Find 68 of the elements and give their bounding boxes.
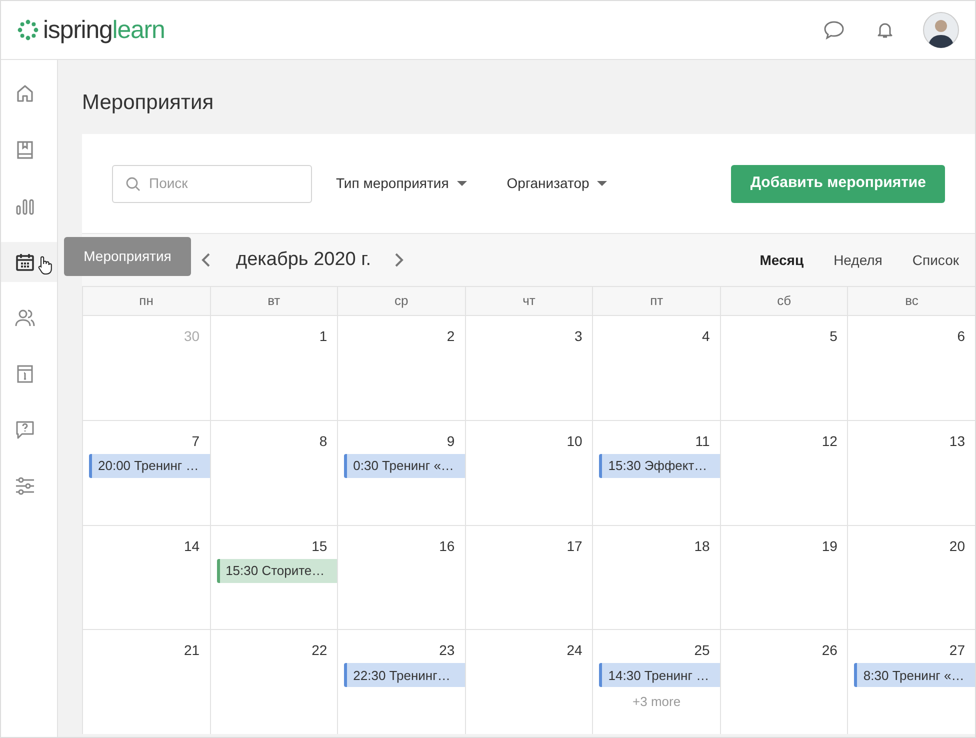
day-number: 20 xyxy=(949,538,965,552)
view-tab[interactable]: Неделя xyxy=(834,250,882,270)
sidebar-item[interactable] xyxy=(1,242,57,282)
event-chip[interactable]: 15:30 Эффект… xyxy=(599,454,720,478)
hand-cursor-icon xyxy=(37,255,53,275)
day-number: 30 xyxy=(184,329,200,343)
day-number: 2 xyxy=(446,329,455,343)
page-title: Мероприятия xyxy=(82,92,215,113)
settings-icon xyxy=(14,475,36,497)
day-number: 1 xyxy=(319,329,328,343)
day-number: 22 xyxy=(312,643,328,658)
logo-product-text: learn xyxy=(112,18,165,42)
day-number: 9 xyxy=(446,434,455,448)
question-icon xyxy=(14,419,36,441)
weekday-header: вт xyxy=(210,286,338,315)
weekday-header: вс xyxy=(847,286,975,315)
weekday-header: чт xyxy=(464,286,592,315)
weekday-header: пн xyxy=(82,286,210,315)
day-number: 13 xyxy=(949,434,965,448)
weekday-header: сб xyxy=(720,286,848,315)
search-field[interactable]: Поиск xyxy=(112,164,312,202)
logo-brand-text: ispring xyxy=(43,18,112,42)
month-title: декабрь 2020 г. xyxy=(236,248,372,272)
logo-icon xyxy=(17,19,39,41)
chat-icon[interactable] xyxy=(823,19,845,41)
event-chip[interactable]: 22:30 Тренинг… xyxy=(344,663,465,688)
search-icon xyxy=(125,176,141,192)
caret-icon[interactable] xyxy=(456,180,467,186)
event-chip[interactable]: 8:30 Тренинг «… xyxy=(854,663,975,688)
event-chip[interactable]: 15:30 Сторите… xyxy=(216,558,338,582)
day-number: 3 xyxy=(574,329,582,343)
day-number: 15 xyxy=(312,538,328,552)
day-number: 8 xyxy=(319,434,328,448)
day-number: 25 xyxy=(694,643,710,658)
day-number: 12 xyxy=(822,434,838,448)
filter-dropdown[interactable]: Тип мероприятия xyxy=(336,173,449,194)
day-number: 26 xyxy=(822,643,838,658)
day-number: 23 xyxy=(439,643,455,658)
home-icon xyxy=(14,83,36,105)
tooltip: Мероприятия xyxy=(64,237,191,276)
day-number: 5 xyxy=(830,329,838,343)
people-icon xyxy=(14,307,36,329)
day-number: 14 xyxy=(184,538,200,552)
day-number: 11 xyxy=(695,434,710,448)
book-icon xyxy=(14,139,36,161)
caret-icon[interactable] xyxy=(597,180,608,186)
day-number: 18 xyxy=(694,538,710,552)
calendar-icon xyxy=(14,251,36,273)
day-number: 27 xyxy=(949,643,965,658)
day-number: 21 xyxy=(184,643,200,658)
event-chip[interactable]: 0:30 Тренинг «… xyxy=(344,454,465,478)
day-number: 4 xyxy=(702,329,710,343)
search-input: Поиск xyxy=(149,173,299,194)
day-number: 16 xyxy=(439,538,455,552)
weekday-header: ср xyxy=(337,286,465,315)
event-chip[interactable]: 14:30 Тренинг … xyxy=(599,663,720,688)
day-number: 7 xyxy=(192,434,200,448)
filter-dropdown[interactable]: Организатор xyxy=(506,173,590,194)
view-tab[interactable]: Список xyxy=(912,250,959,270)
event-chip[interactable]: 20:00 Тренинг … xyxy=(89,454,210,478)
day-number: 19 xyxy=(822,538,838,552)
weekday-header: пт xyxy=(592,286,720,315)
day-number: 17 xyxy=(566,538,582,552)
day-number: 24 xyxy=(566,643,582,658)
day-number: 6 xyxy=(957,329,965,343)
day-number: 10 xyxy=(566,434,582,448)
view-tab[interactable]: Месяц xyxy=(760,250,804,270)
avatar-icon[interactable] xyxy=(923,12,959,48)
